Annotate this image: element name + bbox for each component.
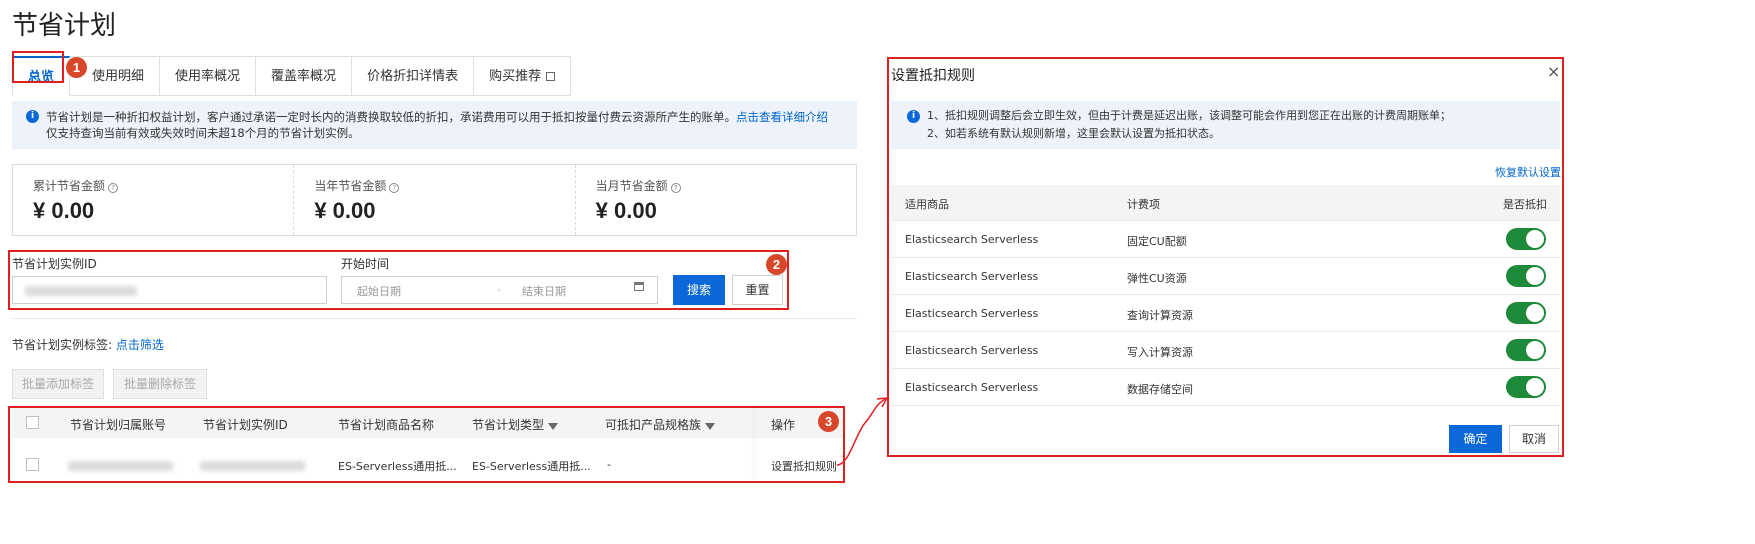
search-button[interactable]: 搜索 xyxy=(673,275,725,305)
deduct-toggle[interactable] xyxy=(1506,302,1546,324)
stat-label-text: 累计节省金额 xyxy=(33,179,106,193)
stat-value: ¥ 0.00 xyxy=(595,198,657,223)
close-icon[interactable]: × xyxy=(1547,62,1560,81)
info-icon: i xyxy=(26,110,39,123)
rule-item: 固定CU配额 xyxy=(1127,235,1187,248)
rule-product: Elasticsearch Serverless xyxy=(905,344,1039,357)
tab-purchase-recommend[interactable]: 购买推荐 xyxy=(474,56,572,96)
page-title: 节省计划 xyxy=(12,11,117,41)
help-icon[interactable]: ? xyxy=(108,183,119,193)
dialog-col-item: 计费项 xyxy=(1127,198,1160,211)
notice-detail-link[interactable]: 点击查看详细介绍 xyxy=(736,110,828,124)
rule-product: Elasticsearch Serverless xyxy=(905,270,1039,283)
deduct-toggle[interactable] xyxy=(1506,339,1546,361)
deduct-toggle[interactable] xyxy=(1506,265,1546,287)
dialog-notice: i 1、抵扣规则调整后会立即生效，但由于计费是延迟出账，该调整可能会作用到您正在… xyxy=(891,101,1560,149)
start-date-input[interactable]: 起始日期 xyxy=(357,283,401,299)
annotation-badge-2: 2 xyxy=(766,254,787,275)
restore-default-link[interactable]: 恢复默认设置 xyxy=(1495,164,1561,180)
stat-label: 累计节省金额? xyxy=(33,177,273,194)
savings-summary: 累计节省金额? ¥ 0.00 当年节省金额? ¥ 0.00 当月节省金额? ¥ … xyxy=(12,164,857,236)
dialog-table-header xyxy=(891,185,1560,221)
stat-value: ¥ 0.00 xyxy=(314,198,376,223)
deduction-rule-dialog: 设置抵扣规则 × i 1、抵扣规则调整后会立即生效，但由于计费是延迟出账，该调整… xyxy=(887,57,1564,457)
info-notice: i 节省计划是一种折扣权益计划，客户通过承诺一定时长内的消费换取较低的折扣，承诺… xyxy=(12,101,857,149)
external-link-icon xyxy=(546,72,556,81)
dialog-note-1: 1、抵扣规则调整后会立即生效，但由于计费是延迟出账，该调整可能会作用到您正在出账… xyxy=(927,109,1451,122)
deduct-toggle[interactable] xyxy=(1506,228,1546,250)
notice-line-2: 仅支持查询当前有效或失效时间未超18个月的节省计划实例。 xyxy=(46,126,360,140)
instance-id-label: 节省计划实例ID xyxy=(12,257,97,271)
confirm-button[interactable]: 确定 xyxy=(1449,425,1502,453)
date-range-picker[interactable]: 起始日期 - 结束日期 xyxy=(341,276,658,304)
dialog-col-deduct: 是否抵扣 xyxy=(1503,198,1547,211)
info-icon: i xyxy=(907,110,920,123)
tab-utilization[interactable]: 使用率概况 xyxy=(160,56,257,96)
stat-year-savings: 当年节省金额? ¥ 0.00 xyxy=(294,165,576,235)
rule-item: 写入计算资源 xyxy=(1127,346,1193,359)
notice-text: 节省计划是一种折扣权益计划，客户通过承诺一定时长内的消费换取较低的折扣，承诺费用… xyxy=(46,110,736,124)
stat-cumulative-savings: 累计节省金额? ¥ 0.00 xyxy=(13,165,295,235)
deduct-toggle[interactable] xyxy=(1506,376,1546,398)
date-separator: - xyxy=(497,283,501,296)
tag-filter-row: 节省计划实例标签: 点击筛选 xyxy=(12,336,164,353)
annotation-badge-1: 1 xyxy=(66,57,87,78)
divider xyxy=(12,318,857,319)
help-icon[interactable]: ? xyxy=(389,183,400,193)
dialog-col-product: 适用商品 xyxy=(905,198,949,211)
reset-button[interactable]: 重置 xyxy=(732,275,783,305)
tab-price-discount[interactable]: 价格折扣详情表 xyxy=(352,56,475,96)
rule-product: Elasticsearch Serverless xyxy=(905,233,1039,246)
rule-product: Elasticsearch Serverless xyxy=(905,381,1039,394)
stat-label-text: 当月节省金额 xyxy=(595,179,668,193)
start-time-label: 开始时间 xyxy=(341,257,390,271)
dialog-title: 设置抵扣规则 xyxy=(891,68,975,84)
batch-add-tags-button[interactable]: 批量添加标签 xyxy=(12,369,104,399)
annotation-box-1 xyxy=(12,51,64,83)
rule-product: Elasticsearch Serverless xyxy=(905,307,1039,320)
tab-purchase-recommend-label: 购买推荐 xyxy=(489,69,542,84)
stat-label-text: 当年节省金额 xyxy=(314,179,387,193)
end-date-input[interactable]: 结束日期 xyxy=(522,283,566,299)
annotation-arrow xyxy=(836,397,889,466)
tag-filter-label: 节省计划实例标签: xyxy=(12,338,113,352)
stat-label: 当月节省金额? xyxy=(596,177,836,194)
redacted-value xyxy=(25,286,137,296)
stat-value: ¥ 0.00 xyxy=(33,198,95,223)
batch-remove-tags-button[interactable]: 批量删除标签 xyxy=(113,369,207,399)
instance-id-input[interactable] xyxy=(12,276,327,304)
tab-bar: 总览 使用明细 使用率概况 覆盖率概况 价格折扣详情表 购买推荐 xyxy=(12,56,572,96)
calendar-icon[interactable] xyxy=(634,282,644,291)
help-icon[interactable]: ? xyxy=(670,183,681,193)
rule-item: 查询计算资源 xyxy=(1127,309,1193,322)
dialog-note-2: 2、如若系统有默认规则新增，这里会默认设置为抵扣状态。 xyxy=(927,127,1220,140)
stat-label: 当年节省金额? xyxy=(314,177,554,194)
annotation-box-3 xyxy=(8,406,845,483)
cancel-button[interactable]: 取消 xyxy=(1509,425,1559,453)
tab-usage-details-label: 使用明细 xyxy=(92,69,145,84)
tag-filter-link[interactable]: 点击筛选 xyxy=(116,338,164,352)
stat-month-savings: 当月节省金额? ¥ 0.00 xyxy=(576,165,856,235)
rule-item: 数据存储空间 xyxy=(1127,383,1193,396)
rule-item: 弹性CU资源 xyxy=(1127,272,1187,285)
notice-line-1: 节省计划是一种折扣权益计划，客户通过承诺一定时长内的消费换取较低的折扣，承诺费用… xyxy=(46,109,843,125)
tab-coverage[interactable]: 覆盖率概况 xyxy=(256,56,353,96)
